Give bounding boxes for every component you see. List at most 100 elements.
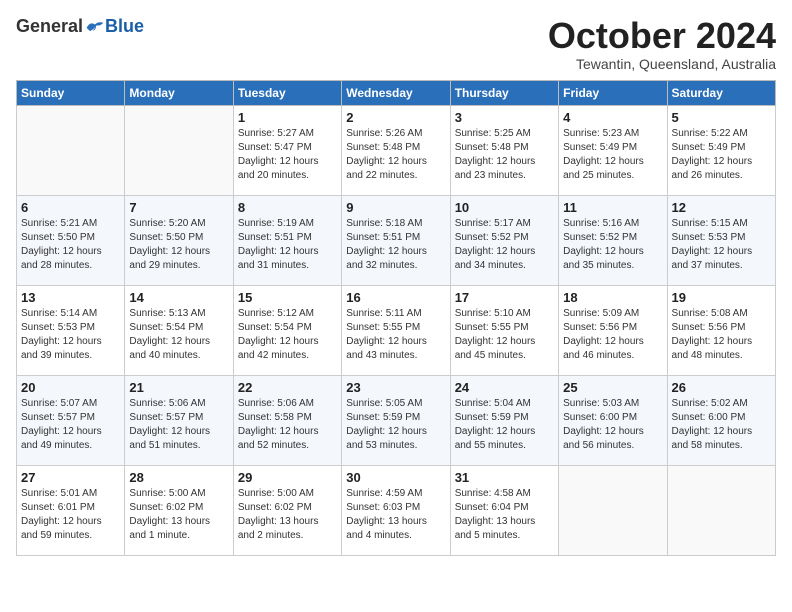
calendar-cell: 12 Sunrise: 5:15 AMSunset: 5:53 PMDayligh…: [667, 195, 775, 285]
calendar-cell: 24 Sunrise: 5:04 AMSunset: 5:59 PMDayligh…: [450, 375, 558, 465]
day-info: Sunrise: 5:16 AMSunset: 5:52 PMDaylight:…: [563, 217, 662, 273]
day-info: Sunrise: 5:06 AMSunset: 5:58 PMDaylight:…: [238, 397, 337, 453]
calendar-cell: [17, 105, 125, 195]
day-number: 2: [346, 110, 445, 125]
calendar-cell: 26 Sunrise: 5:02 AMSunset: 6:00 PMDayligh…: [667, 375, 775, 465]
day-number: 17: [455, 290, 554, 305]
calendar-week-row: 1 Sunrise: 5:27 AMSunset: 5:47 PMDaylight…: [17, 105, 776, 195]
day-number: 27: [21, 470, 120, 485]
day-info: Sunrise: 5:10 AMSunset: 5:55 PMDaylight:…: [455, 307, 554, 363]
day-info: Sunrise: 5:20 AMSunset: 5:50 PMDaylight:…: [129, 217, 228, 273]
day-info: Sunrise: 4:58 AMSunset: 6:04 PMDaylight:…: [455, 487, 554, 543]
calendar-cell: 29 Sunrise: 5:00 AMSunset: 6:02 PMDayligh…: [233, 465, 341, 555]
logo: General Blue: [16, 16, 144, 37]
day-info: Sunrise: 5:23 AMSunset: 5:49 PMDaylight:…: [563, 127, 662, 183]
calendar-cell: 14 Sunrise: 5:13 AMSunset: 5:54 PMDayligh…: [125, 285, 233, 375]
day-number: 7: [129, 200, 228, 215]
day-number: 10: [455, 200, 554, 215]
day-info: Sunrise: 5:12 AMSunset: 5:54 PMDaylight:…: [238, 307, 337, 363]
day-number: 29: [238, 470, 337, 485]
day-number: 3: [455, 110, 554, 125]
day-number: 23: [346, 380, 445, 395]
day-info: Sunrise: 5:04 AMSunset: 5:59 PMDaylight:…: [455, 397, 554, 453]
calendar-cell: 10 Sunrise: 5:17 AMSunset: 5:52 PMDayligh…: [450, 195, 558, 285]
day-number: 28: [129, 470, 228, 485]
calendar-cell: 22 Sunrise: 5:06 AMSunset: 5:58 PMDayligh…: [233, 375, 341, 465]
day-info: Sunrise: 5:15 AMSunset: 5:53 PMDaylight:…: [672, 217, 771, 273]
day-number: 8: [238, 200, 337, 215]
day-info: Sunrise: 5:19 AMSunset: 5:51 PMDaylight:…: [238, 217, 337, 273]
calendar-cell: 27 Sunrise: 5:01 AMSunset: 6:01 PMDayligh…: [17, 465, 125, 555]
day-number: 16: [346, 290, 445, 305]
day-number: 11: [563, 200, 662, 215]
calendar-cell: 7 Sunrise: 5:20 AMSunset: 5:50 PMDaylight…: [125, 195, 233, 285]
calendar-cell: 30 Sunrise: 4:59 AMSunset: 6:03 PMDayligh…: [342, 465, 450, 555]
day-info: Sunrise: 5:09 AMSunset: 5:56 PMDaylight:…: [563, 307, 662, 363]
calendar-cell: [559, 465, 667, 555]
calendar-cell: 11 Sunrise: 5:16 AMSunset: 5:52 PMDayligh…: [559, 195, 667, 285]
calendar-week-row: 6Sunrise: 5:21 AMSunset: 5:50 PMDaylight…: [17, 195, 776, 285]
day-info: Sunrise: 5:08 AMSunset: 5:56 PMDaylight:…: [672, 307, 771, 363]
day-info: Sunrise: 5:14 AMSunset: 5:53 PMDaylight:…: [21, 307, 120, 363]
day-number: 9: [346, 200, 445, 215]
day-number: 1: [238, 110, 337, 125]
calendar-cell: 18Sunrise: 5:09 AMSunset: 5:56 PMDayligh…: [559, 285, 667, 375]
calendar-day-header: Friday: [559, 80, 667, 105]
calendar-cell: 21 Sunrise: 5:06 AMSunset: 5:57 PMDayligh…: [125, 375, 233, 465]
day-info: Sunrise: 5:22 AMSunset: 5:49 PMDaylight:…: [672, 127, 771, 183]
calendar-cell: 4 Sunrise: 5:23 AMSunset: 5:49 PMDaylight…: [559, 105, 667, 195]
day-info: Sunrise: 5:02 AMSunset: 6:00 PMDaylight:…: [672, 397, 771, 453]
day-number: 19: [672, 290, 771, 305]
month-title: October 2024: [548, 16, 776, 56]
day-number: 14: [129, 290, 228, 305]
calendar-cell: 31 Sunrise: 4:58 AMSunset: 6:04 PMDayligh…: [450, 465, 558, 555]
calendar-cell: 9 Sunrise: 5:18 AMSunset: 5:51 PMDaylight…: [342, 195, 450, 285]
day-info: Sunrise: 5:05 AMSunset: 5:59 PMDaylight:…: [346, 397, 445, 453]
day-number: 21: [129, 380, 228, 395]
calendar-cell: 8 Sunrise: 5:19 AMSunset: 5:51 PMDaylight…: [233, 195, 341, 285]
day-info: Sunrise: 5:26 AMSunset: 5:48 PMDaylight:…: [346, 127, 445, 183]
day-info: Sunrise: 5:17 AMSunset: 5:52 PMDaylight:…: [455, 217, 554, 273]
calendar-cell: [667, 465, 775, 555]
calendar-cell: 16Sunrise: 5:11 AMSunset: 5:55 PMDayligh…: [342, 285, 450, 375]
day-info: Sunrise: 5:13 AMSunset: 5:54 PMDaylight:…: [129, 307, 228, 363]
calendar-cell: 5 Sunrise: 5:22 AMSunset: 5:49 PMDaylight…: [667, 105, 775, 195]
calendar-day-header: Thursday: [450, 80, 558, 105]
day-number: 22: [238, 380, 337, 395]
day-number: 4: [563, 110, 662, 125]
day-info: Sunrise: 5:18 AMSunset: 5:51 PMDaylight:…: [346, 217, 445, 273]
calendar-week-row: 27 Sunrise: 5:01 AMSunset: 6:01 PMDayligh…: [17, 465, 776, 555]
calendar-day-header: Sunday: [17, 80, 125, 105]
calendar-day-header: Saturday: [667, 80, 775, 105]
calendar-day-header: Monday: [125, 80, 233, 105]
calendar-week-row: 20 Sunrise: 5:07 AMSunset: 5:57 PMDayligh…: [17, 375, 776, 465]
day-number: 12: [672, 200, 771, 215]
calendar-week-row: 13Sunrise: 5:14 AMSunset: 5:53 PMDayligh…: [17, 285, 776, 375]
day-info: Sunrise: 5:01 AMSunset: 6:01 PMDaylight:…: [21, 487, 120, 543]
day-info: Sunrise: 5:25 AMSunset: 5:48 PMDaylight:…: [455, 127, 554, 183]
calendar-cell: 13Sunrise: 5:14 AMSunset: 5:53 PMDayligh…: [17, 285, 125, 375]
day-number: 26: [672, 380, 771, 395]
day-number: 5: [672, 110, 771, 125]
calendar-cell: 1 Sunrise: 5:27 AMSunset: 5:47 PMDaylight…: [233, 105, 341, 195]
calendar-cell: [125, 105, 233, 195]
day-info: Sunrise: 4:59 AMSunset: 6:03 PMDaylight:…: [346, 487, 445, 543]
calendar-cell: 6Sunrise: 5:21 AMSunset: 5:50 PMDaylight…: [17, 195, 125, 285]
calendar-cell: 23 Sunrise: 5:05 AMSunset: 5:59 PMDayligh…: [342, 375, 450, 465]
day-number: 25: [563, 380, 662, 395]
day-info: Sunrise: 5:21 AMSunset: 5:50 PMDaylight:…: [21, 217, 120, 273]
calendar-header-row: SundayMondayTuesdayWednesdayThursdayFrid…: [17, 80, 776, 105]
day-info: Sunrise: 5:06 AMSunset: 5:57 PMDaylight:…: [129, 397, 228, 453]
calendar-cell: 17 Sunrise: 5:10 AMSunset: 5:55 PMDayligh…: [450, 285, 558, 375]
page-header: General Blue October 2024 Tewantin, Quee…: [16, 16, 776, 72]
day-number: 31: [455, 470, 554, 485]
day-info: Sunrise: 5:27 AMSunset: 5:47 PMDaylight:…: [238, 127, 337, 183]
day-info: Sunrise: 5:00 AMSunset: 6:02 PMDaylight:…: [238, 487, 337, 543]
day-number: 30: [346, 470, 445, 485]
logo-blue-text: Blue: [105, 16, 144, 37]
day-number: 24: [455, 380, 554, 395]
day-number: 20: [21, 380, 120, 395]
day-info: Sunrise: 5:07 AMSunset: 5:57 PMDaylight:…: [21, 397, 120, 453]
calendar-cell: 3 Sunrise: 5:25 AMSunset: 5:48 PMDaylight…: [450, 105, 558, 195]
calendar-cell: 19 Sunrise: 5:08 AMSunset: 5:56 PMDayligh…: [667, 285, 775, 375]
